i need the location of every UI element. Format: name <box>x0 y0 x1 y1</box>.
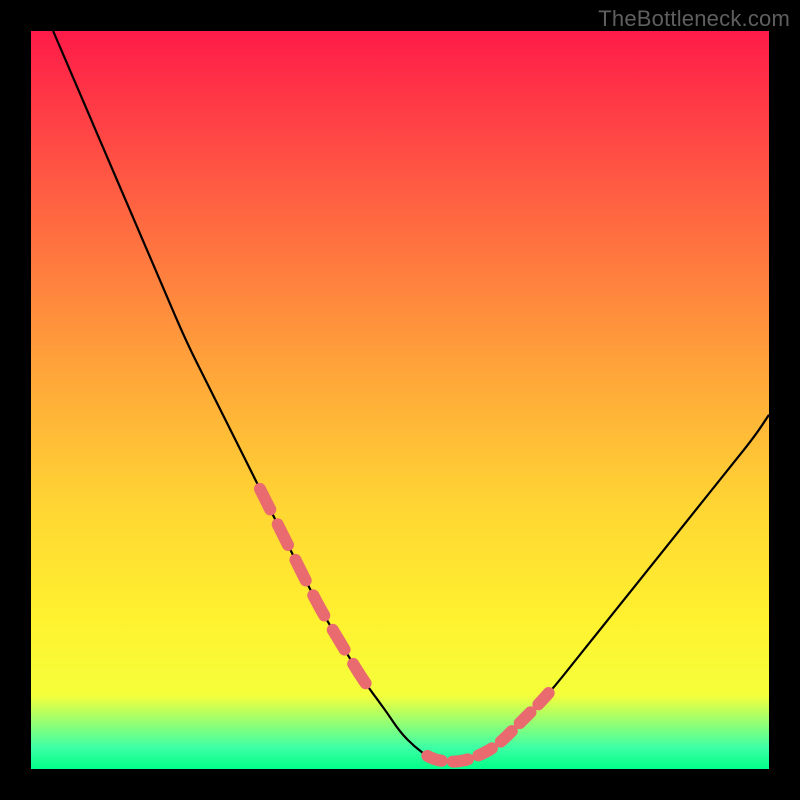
chart-frame: TheBottleneck.com <box>0 0 800 800</box>
marker-dash <box>538 693 548 704</box>
chart-plot-area <box>31 31 769 769</box>
marker-dash <box>353 664 365 683</box>
chart-svg <box>31 31 769 769</box>
marker-dash <box>278 524 288 545</box>
marker-dash <box>453 759 468 761</box>
marker-dash <box>295 560 305 581</box>
marker-dash <box>501 731 512 742</box>
marker-dash <box>478 748 492 755</box>
marker-dash <box>260 489 270 510</box>
marker-dash <box>333 630 345 650</box>
marker-dash <box>520 712 531 723</box>
bottleneck-curve <box>53 31 769 762</box>
watermark-text: TheBottleneck.com <box>598 6 790 32</box>
curve-markers <box>260 489 549 762</box>
marker-dash <box>313 595 324 615</box>
marker-dash <box>427 756 441 761</box>
